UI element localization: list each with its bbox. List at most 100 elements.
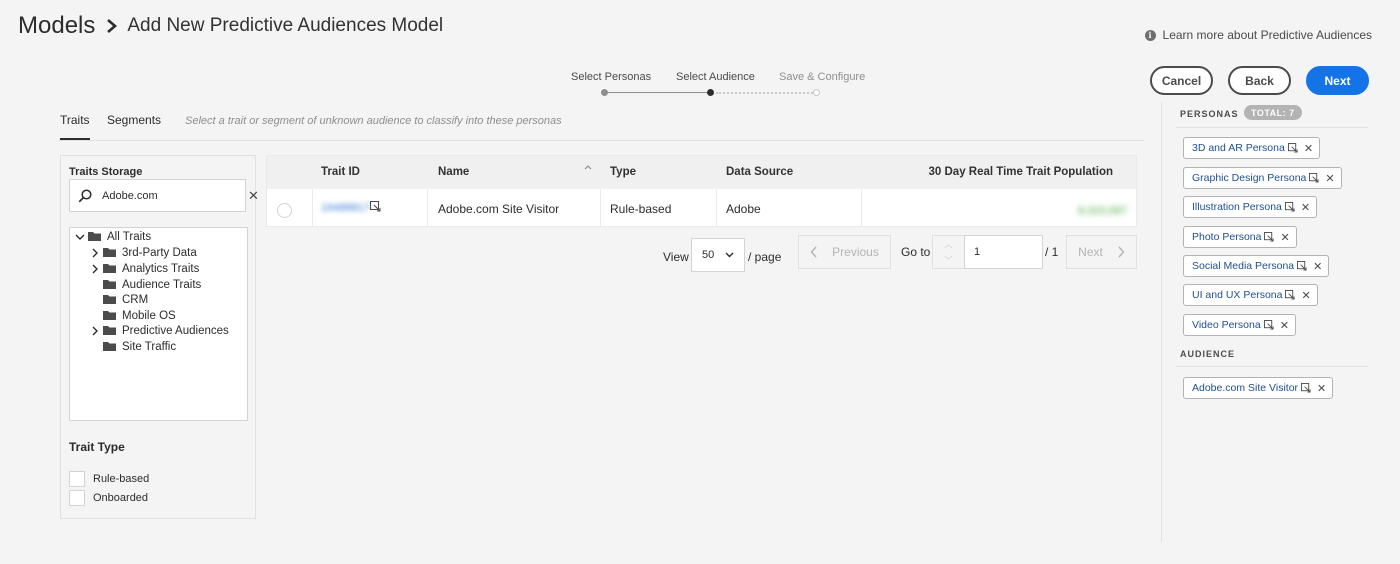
column-divider <box>716 189 717 227</box>
row-select-radio[interactable] <box>277 203 292 218</box>
table-header: Trait ID Name Type Data Source 30 Day Re… <box>267 156 1136 189</box>
trait-type-onboarded[interactable]: Onboarded <box>69 490 148 506</box>
checkbox[interactable] <box>69 490 85 506</box>
trait-id-value: 19488817 <box>321 202 370 214</box>
tree-item-analytics-traits[interactable]: Analytics Traits <box>89 261 199 276</box>
persona-tag: Illustration Persona ✕ <box>1183 196 1318 218</box>
folder-open-icon <box>88 232 101 241</box>
chevron-down-icon[interactable]: ﹀ <box>933 252 964 268</box>
column-header-type[interactable]: Type <box>610 166 636 178</box>
trait-type-title: Trait Type <box>69 440 125 454</box>
open-detail-icon[interactable] <box>370 201 381 212</box>
open-detail-icon[interactable] <box>1285 290 1296 300</box>
tree-item-site-traffic[interactable]: Site Traffic <box>101 339 176 354</box>
next-button[interactable]: Next <box>1306 66 1369 95</box>
remove-tag-icon[interactable]: ✕ <box>1325 172 1334 185</box>
trait-type: Rule-based <box>610 202 672 216</box>
persona-tag-label: Photo Persona <box>1192 231 1262 243</box>
folder-icon <box>103 311 116 320</box>
chevron-right-icon[interactable] <box>89 248 101 258</box>
step-label-select-audience: Select Audience <box>676 71 755 83</box>
view-label: View <box>663 250 689 264</box>
open-detail-icon[interactable] <box>1287 143 1298 153</box>
folder-icon <box>103 342 116 351</box>
tree-item-audience-traits[interactable]: Audience Traits <box>101 277 201 292</box>
tree-item-predictive-audiences[interactable]: Predictive Audiences <box>89 323 229 338</box>
persona-tag: Social Media Persona ✕ <box>1183 255 1330 277</box>
column-divider <box>600 189 601 227</box>
remove-tag-icon[interactable]: ✕ <box>1301 201 1310 214</box>
tree-item-mobile-os[interactable]: Mobile OS <box>101 308 176 323</box>
column-header-name[interactable]: Name <box>438 166 469 178</box>
tree-item-label: Predictive Audiences <box>122 324 229 337</box>
chevron-right-icon[interactable] <box>89 264 101 274</box>
sort-icon[interactable] <box>584 164 592 176</box>
learn-more-link[interactable]: i Learn more about Predictive Audiences <box>1144 28 1372 42</box>
tree-item-label: Audience Traits <box>122 278 202 291</box>
column-header-data-source[interactable]: Data Source <box>726 166 793 178</box>
chevron-down-icon <box>725 252 734 258</box>
tree-item-all-traits[interactable]: All Traits <box>74 229 151 244</box>
persona-tag-label: Social Media Persona <box>1192 260 1295 272</box>
tabs-divider <box>58 140 1144 141</box>
step-line-pending <box>716 92 813 94</box>
persona-tag: 3D and AR Persona ✕ <box>1183 137 1321 159</box>
back-button[interactable]: Back <box>1228 66 1291 95</box>
open-detail-icon[interactable] <box>1309 173 1319 183</box>
step-line-complete <box>608 92 707 93</box>
open-detail-icon[interactable] <box>1301 383 1311 393</box>
remove-tag-icon[interactable]: ✕ <box>1280 231 1289 244</box>
step-dot-current <box>707 89 714 96</box>
cancel-button[interactable]: Cancel <box>1150 66 1213 95</box>
tab-segments[interactable]: Segments <box>107 113 161 127</box>
tab-traits[interactable]: Traits <box>60 113 90 140</box>
remove-tag-icon[interactable]: ✕ <box>1301 289 1310 302</box>
audience-section-label: AUDIENCE <box>1180 349 1236 359</box>
remove-tag-icon[interactable]: ✕ <box>1317 382 1326 395</box>
next-page-button[interactable]: Next <box>1066 235 1137 269</box>
column-header-population[interactable]: 30 Day Real Time Trait Population <box>929 166 1113 178</box>
trait-type-rule-based[interactable]: Rule-based <box>69 471 149 487</box>
column-header-trait-id[interactable]: Trait ID <box>321 166 360 178</box>
persona-tag-label: Graphic Design Persona <box>1192 172 1307 184</box>
chevron-right-icon[interactable] <box>89 326 101 336</box>
page-title: Models Add New Predictive Audiences Mode… <box>18 12 443 40</box>
page-number-input[interactable]: 1 <box>964 235 1043 269</box>
persona-tag-label: UI and UX Persona <box>1192 289 1283 301</box>
breadcrumb-models[interactable]: Models <box>18 12 95 40</box>
previous-label: Previous <box>832 245 879 259</box>
page-stepper[interactable]: ︿ ﹀ <box>932 235 965 269</box>
folder-icon <box>103 264 116 273</box>
search-input[interactable] <box>102 189 244 202</box>
tree-item-3rd-party-data[interactable]: 3rd-Party Data <box>89 245 197 260</box>
column-divider <box>861 189 862 227</box>
remove-tag-icon[interactable]: ✕ <box>1313 260 1322 273</box>
column-divider <box>427 189 428 227</box>
previous-page-button[interactable]: Previous <box>798 235 891 269</box>
open-detail-icon[interactable] <box>1297 261 1307 271</box>
trait-name: Adobe.com Site Visitor <box>438 202 560 216</box>
tree-item-crm[interactable]: CRM <box>101 292 148 307</box>
chevron-down-icon[interactable] <box>74 232 86 242</box>
persona-tag-label: Video Persona <box>1192 319 1261 331</box>
page-size-value: 50 <box>702 249 715 261</box>
page-size-select[interactable]: 50 <box>691 238 745 272</box>
clear-search-icon[interactable]: ✕ <box>248 188 259 204</box>
remove-tag-icon[interactable]: ✕ <box>1280 319 1289 332</box>
step-label-save-configure: Save & Configure <box>779 71 866 83</box>
personas-section-label: PERSONAS <box>1180 109 1239 119</box>
tree-item-label: 3rd-Party Data <box>122 246 197 259</box>
open-detail-icon[interactable] <box>1263 320 1274 330</box>
open-detail-icon[interactable] <box>1264 232 1275 242</box>
open-detail-icon[interactable] <box>1284 202 1295 212</box>
remove-tag-icon[interactable]: ✕ <box>1304 142 1313 155</box>
checkbox[interactable] <box>69 471 85 487</box>
tree-item-label: Analytics Traits <box>122 262 200 275</box>
trait-id-link[interactable]: 19488817 <box>321 200 370 214</box>
step-label-select-personas: Select Personas <box>571 71 652 83</box>
search-icon <box>78 188 92 202</box>
trait-population: 8,315,097 <box>1078 203 1127 217</box>
folder-icon <box>103 295 116 304</box>
folder-icon <box>103 326 116 335</box>
chevron-up-icon[interactable]: ︿ <box>933 236 964 252</box>
